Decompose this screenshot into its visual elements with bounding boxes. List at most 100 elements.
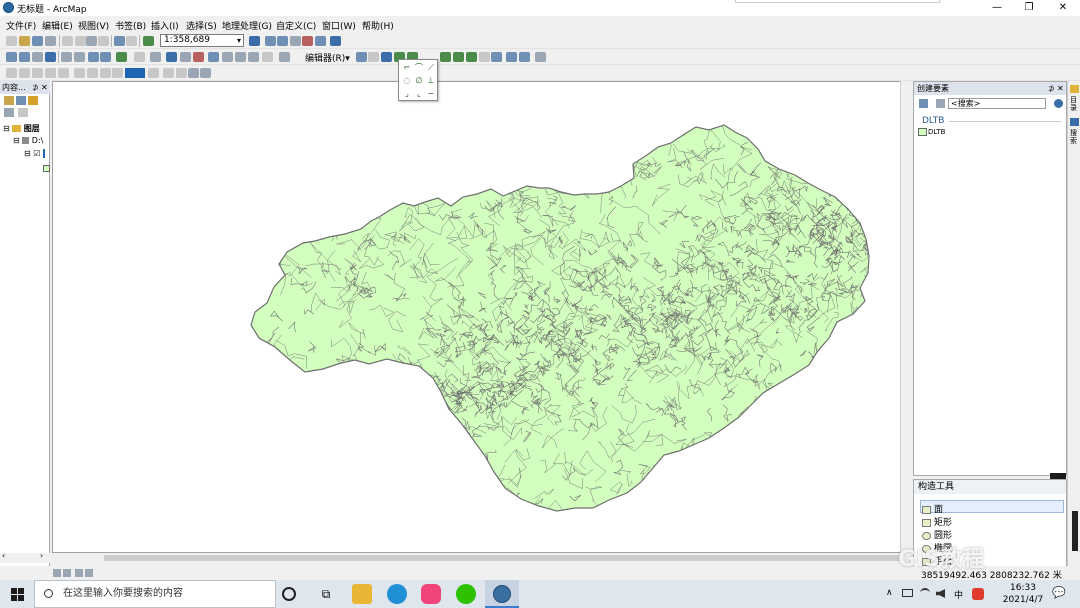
create-viewer-icon[interactable]: [279, 52, 290, 62]
notification-center-icon[interactable]: 💬: [1052, 586, 1066, 599]
menu-edit[interactable]: 编辑(E): [42, 19, 73, 32]
data-path-node[interactable]: ⊟ D:\: [13, 136, 43, 145]
fixed-zoom-in-icon[interactable]: [61, 52, 72, 62]
list-by-visibility-icon[interactable]: [28, 96, 38, 105]
catalog-tab-icon[interactable]: [1070, 85, 1079, 93]
edit-annotation-icon[interactable]: [368, 52, 379, 62]
circle-tool[interactable]: 圆形: [922, 528, 952, 541]
nudge-icon[interactable]: [112, 68, 123, 78]
draw-text-icon[interactable]: [19, 68, 30, 78]
toc-horizontal-scrollbar[interactable]: ‹ ›: [0, 551, 50, 563]
layer-name-selected[interactable]: [42, 149, 45, 158]
circle-method-icon[interactable]: ◌: [402, 76, 412, 85]
edge-icon[interactable]: [387, 584, 407, 604]
arc-method-icon[interactable]: ⌒: [414, 63, 424, 72]
tray-chevron-icon[interactable]: ∧: [886, 588, 893, 598]
find-icon[interactable]: [222, 52, 233, 62]
delete-icon[interactable]: [98, 36, 109, 46]
save-icon[interactable]: [32, 36, 43, 46]
menu-customize[interactable]: 自定义(C): [276, 19, 316, 32]
pin-icon[interactable]: ⊅: [1048, 82, 1055, 95]
fill-color-icon[interactable]: [32, 68, 43, 78]
print-icon[interactable]: [45, 36, 56, 46]
menu-geoprocessing[interactable]: 地理处理(G): [222, 19, 272, 32]
feature-template-item[interactable]: DLTB: [918, 128, 945, 136]
search-window-icon[interactable]: [290, 36, 301, 46]
straight-segment-icon[interactable]: [381, 52, 392, 62]
polygon-method-icon[interactable]: ⌐: [402, 63, 412, 72]
layout-view-icon[interactable]: [63, 569, 71, 577]
minimize-button[interactable]: —: [980, 0, 1014, 16]
sogou-ime-icon[interactable]: [972, 588, 984, 600]
redo-icon[interactable]: [126, 36, 137, 46]
pause-drawing-icon[interactable]: [85, 569, 93, 577]
rotate-icon[interactable]: [479, 52, 490, 62]
model-builder-icon[interactable]: [330, 36, 341, 46]
cut-polygons-icon[interactable]: [453, 52, 464, 62]
close-button[interactable]: ✕: [1046, 0, 1080, 16]
ellipse-method-icon[interactable]: ∅: [414, 76, 424, 85]
select-elements-icon[interactable]: [150, 52, 161, 62]
fill-color-swatch[interactable]: [125, 68, 145, 78]
marker-color-icon[interactable]: [58, 68, 69, 78]
list-by-source-icon[interactable]: [16, 96, 26, 105]
refresh-icon[interactable]: [75, 569, 83, 577]
zoom-out-icon[interactable]: [19, 52, 30, 62]
toc-options-icon[interactable]: [18, 108, 28, 117]
taskbar-search-input[interactable]: 在这里输入你要搜索的内容: [34, 580, 276, 608]
copy-icon[interactable]: [75, 36, 86, 46]
map-vertical-scrollbar[interactable]: [900, 81, 910, 553]
reshape-feature-icon[interactable]: [440, 52, 451, 62]
rectangle-tool[interactable]: 矩形: [922, 515, 952, 528]
close-icon[interactable]: ✕: [1057, 82, 1064, 95]
arctoolbox-icon[interactable]: [302, 36, 313, 46]
sketch-properties-icon[interactable]: [506, 52, 517, 62]
menu-file[interactable]: 文件(F): [6, 19, 36, 32]
close-icon[interactable]: ✕: [41, 81, 48, 94]
editor-toolbar-toggle-icon[interactable]: [249, 36, 260, 46]
taskbar-clock[interactable]: 16:33 2021/4/7: [1000, 582, 1046, 606]
cortana-circle-icon[interactable]: [282, 587, 296, 601]
edit-tool-icon[interactable]: [356, 52, 367, 62]
split-icon[interactable]: [466, 52, 477, 62]
new-document-icon[interactable]: [6, 36, 17, 46]
clear-selection-icon[interactable]: [134, 52, 145, 62]
cut-icon[interactable]: [62, 36, 73, 46]
back-extent-icon[interactable]: [88, 52, 99, 62]
map-scale-combobox[interactable]: 1:358,689 ▾: [160, 34, 244, 47]
layer-node[interactable]: ⊟ ☑: [24, 149, 45, 158]
editor-menu-button[interactable]: 编辑器(R)▾: [305, 51, 350, 64]
map-horizontal-scrollbar[interactable]: [52, 553, 910, 563]
python-window-icon[interactable]: [315, 36, 326, 46]
draw-shape-icon[interactable]: [6, 68, 17, 78]
add-data-icon[interactable]: [143, 36, 154, 46]
table-of-contents-icon[interactable]: [265, 36, 276, 46]
html-popup-icon[interactable]: [193, 52, 204, 62]
tangent-method-icon[interactable]: ⌞: [414, 89, 424, 98]
polygon-tool[interactable]: 面: [922, 502, 943, 515]
bold-icon[interactable]: [176, 68, 187, 78]
template-properties-icon[interactable]: [936, 99, 945, 108]
zoom-in-icon[interactable]: [6, 52, 17, 62]
volume-icon[interactable]: [936, 589, 945, 598]
fixed-zoom-out-icon[interactable]: [74, 52, 85, 62]
dock-scroll-grip[interactable]: [1072, 511, 1078, 551]
ungroup-icon[interactable]: [87, 68, 98, 78]
maximize-button[interactable]: ❐: [1012, 0, 1046, 16]
print-preview-icon[interactable]: [200, 68, 211, 78]
layout-icon[interactable]: [188, 68, 199, 78]
menu-bookmarks[interactable]: 书签(B): [115, 19, 146, 32]
editing-options-icon[interactable]: [535, 52, 546, 62]
land-parcel-map[interactable]: [53, 82, 910, 553]
undo-icon[interactable]: [114, 36, 125, 46]
search-tab[interactable]: 搜索: [1070, 129, 1078, 145]
time-slider-icon[interactable]: [262, 52, 273, 62]
wifi-icon[interactable]: [920, 588, 930, 598]
menu-help[interactable]: 帮助(H): [362, 19, 394, 32]
menu-windows[interactable]: 窗口(W): [322, 19, 356, 32]
pin-icon[interactable]: ⊅: [32, 81, 39, 94]
line-color-icon[interactable]: [45, 68, 56, 78]
measure-icon[interactable]: [208, 52, 219, 62]
layer-visibility-checkbox[interactable]: ☑: [33, 149, 40, 158]
search-icon[interactable]: [1054, 99, 1063, 108]
